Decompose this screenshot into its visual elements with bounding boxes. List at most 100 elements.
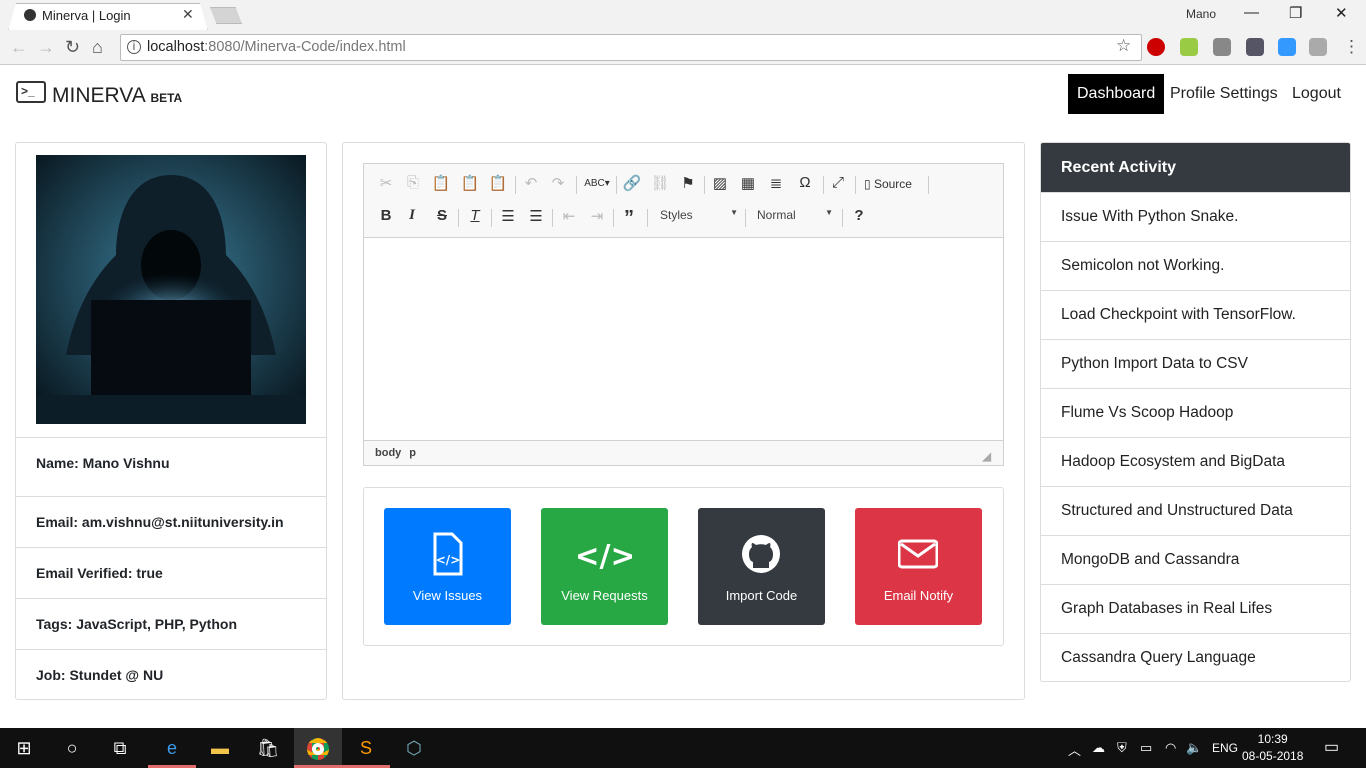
extension-icon[interactable]	[1309, 38, 1327, 56]
restore-icon[interactable]: ❐	[1289, 4, 1302, 22]
help-icon[interactable]: ?	[848, 207, 870, 224]
editor-content[interactable]	[364, 240, 1003, 439]
spellcheck-icon[interactable]: ABC▾	[584, 178, 610, 189]
activity-item[interactable]: MongoDB and Cassandra	[1041, 535, 1350, 584]
separator	[704, 176, 705, 194]
search-circle-icon[interactable]: ○	[48, 728, 96, 768]
activity-item[interactable]: Issue With Python Snake.	[1041, 192, 1350, 241]
chevron-down-icon: ▼	[825, 208, 833, 217]
paste-text-icon[interactable]: 📋	[459, 174, 481, 192]
maximize-icon[interactable]: ⤢	[827, 174, 849, 191]
extension-icon[interactable]	[1180, 38, 1198, 56]
indent-icon[interactable]: ⇥	[586, 207, 608, 225]
menu-icon[interactable]: ⋮	[1343, 37, 1360, 57]
path-body[interactable]: body	[375, 447, 401, 459]
remove-format-icon[interactable]: T	[464, 207, 486, 224]
file-explorer-icon[interactable]: ▬	[196, 728, 244, 768]
windows-start-icon[interactable]: ⊞	[0, 728, 48, 768]
nav-profile-settings[interactable]: Profile Settings	[1161, 74, 1287, 114]
activity-item[interactable]: Graph Databases in Real Lifes	[1041, 584, 1350, 633]
image-icon[interactable]: ▨	[709, 174, 731, 192]
profile-tags: Tags: JavaScript, PHP, Python	[16, 598, 326, 649]
paste-word-icon[interactable]: 📋	[487, 174, 509, 192]
copy-icon[interactable]: ⎘	[402, 174, 424, 191]
notifications-icon[interactable]: ▭	[1324, 737, 1339, 757]
recent-activity-title: Recent Activity	[1041, 143, 1350, 192]
undo-icon[interactable]: ↶	[520, 174, 542, 192]
virtualbox-icon[interactable]: ⬡	[390, 728, 438, 768]
cut-icon[interactable]: ✂	[375, 174, 397, 192]
forward-icon[interactable]: →	[37, 37, 55, 58]
url-text[interactable]: localhost:8080/Minerva-Code/index.html	[147, 39, 406, 55]
chrome-icon[interactable]	[294, 728, 342, 768]
info-icon[interactable]: i	[127, 40, 141, 54]
format-dropdown[interactable]: Normal ▼	[757, 208, 833, 222]
edge-icon[interactable]: e	[148, 728, 196, 768]
profile-name: Name: Mano Vishnu	[16, 437, 326, 488]
tab-title: Minerva | Login	[42, 8, 131, 23]
special-char-icon[interactable]: Ω	[794, 174, 816, 191]
onedrive-icon[interactable]: ☁	[1092, 740, 1105, 756]
styles-dropdown[interactable]: Styles ▼	[660, 208, 738, 222]
store-icon[interactable]: 🛍	[244, 728, 292, 768]
view-requests-button[interactable]: </> View Requests	[541, 508, 668, 625]
separator	[515, 176, 516, 194]
reload-icon[interactable]: ↻	[65, 37, 80, 58]
link-icon[interactable]: 🔗	[621, 174, 643, 192]
activity-item[interactable]: Flume Vs Scoop Hadoop	[1041, 388, 1350, 437]
bold-icon[interactable]: B	[375, 207, 397, 224]
activity-item[interactable]: Structured and Unstructured Data	[1041, 486, 1350, 535]
tab-close-icon[interactable]: ✕	[182, 6, 194, 23]
svg-text:</>: </>	[436, 553, 461, 567]
nav-logout[interactable]: Logout	[1283, 74, 1350, 114]
extension-icon[interactable]	[1278, 38, 1296, 56]
profile-name[interactable]: Mano	[1186, 7, 1216, 21]
bookmark-star-icon[interactable]: ☆	[1116, 36, 1131, 56]
sublime-icon[interactable]: S	[342, 728, 390, 768]
wifi-icon[interactable]: ◠	[1165, 740, 1176, 756]
redo-icon[interactable]: ↷	[547, 174, 569, 192]
activity-item[interactable]: Load Checkpoint with TensorFlow.	[1041, 290, 1350, 339]
activity-item[interactable]: Semicolon not Working.	[1041, 241, 1350, 290]
table-icon[interactable]: ▦	[737, 174, 759, 192]
minimize-icon[interactable]: —	[1244, 4, 1259, 21]
code-icon: </>	[578, 539, 632, 574]
back-icon[interactable]: ←	[10, 37, 28, 58]
source-button[interactable]: ▯ Source	[864, 177, 912, 191]
activity-item[interactable]: Hadoop Ecosystem and BigData	[1041, 437, 1350, 486]
blockquote-icon[interactable]: ”	[618, 207, 640, 230]
anchor-flag-icon[interactable]: ⚑	[677, 174, 699, 192]
language-indicator[interactable]: ENG	[1212, 741, 1238, 755]
path-p[interactable]: p	[409, 447, 416, 459]
view-issues-button[interactable]: </> View Issues	[384, 508, 511, 625]
bullet-list-icon[interactable]: ☰	[525, 207, 547, 225]
brand[interactable]: MINERVA BETA	[52, 84, 182, 108]
github-icon	[742, 535, 780, 573]
eyedropper-icon[interactable]	[1246, 38, 1264, 56]
defender-icon[interactable]: ⛨	[1117, 740, 1127, 756]
resize-handle-icon[interactable]: ◢	[983, 450, 991, 463]
tray-chevron-icon[interactable]: ︿	[1068, 740, 1081, 759]
strike-icon[interactable]: S	[431, 207, 453, 224]
import-code-button[interactable]: Import Code	[698, 508, 825, 625]
outdent-icon[interactable]: ⇤	[558, 207, 580, 225]
nav-dashboard[interactable]: Dashboard	[1068, 74, 1165, 114]
email-notify-button[interactable]: Email Notify	[855, 508, 982, 625]
separator	[855, 176, 856, 194]
unlink-icon[interactable]: ⛓	[649, 174, 671, 192]
close-window-icon[interactable]: ✕	[1335, 4, 1348, 22]
numbered-list-icon[interactable]: ☰	[497, 207, 519, 225]
clock[interactable]: 10:39 08-05-2018	[1242, 731, 1303, 765]
volume-icon[interactable]: 🔈	[1186, 740, 1202, 756]
battery-icon[interactable]: ▭	[1140, 740, 1152, 756]
task-view-icon[interactable]: ⧉	[96, 728, 144, 768]
svg-text:</>: </>	[578, 539, 632, 574]
home-icon[interactable]: ⌂	[92, 37, 103, 58]
horizontal-line-icon[interactable]: ≣	[765, 174, 787, 192]
adblock-icon[interactable]	[1147, 38, 1165, 56]
paste-icon[interactable]: 📋	[430, 174, 452, 192]
italic-icon[interactable]: I	[401, 207, 423, 224]
activity-item[interactable]: Python Import Data to CSV	[1041, 339, 1350, 388]
extension-icon[interactable]	[1213, 38, 1231, 56]
activity-item[interactable]: Cassandra Query Language	[1041, 633, 1350, 681]
